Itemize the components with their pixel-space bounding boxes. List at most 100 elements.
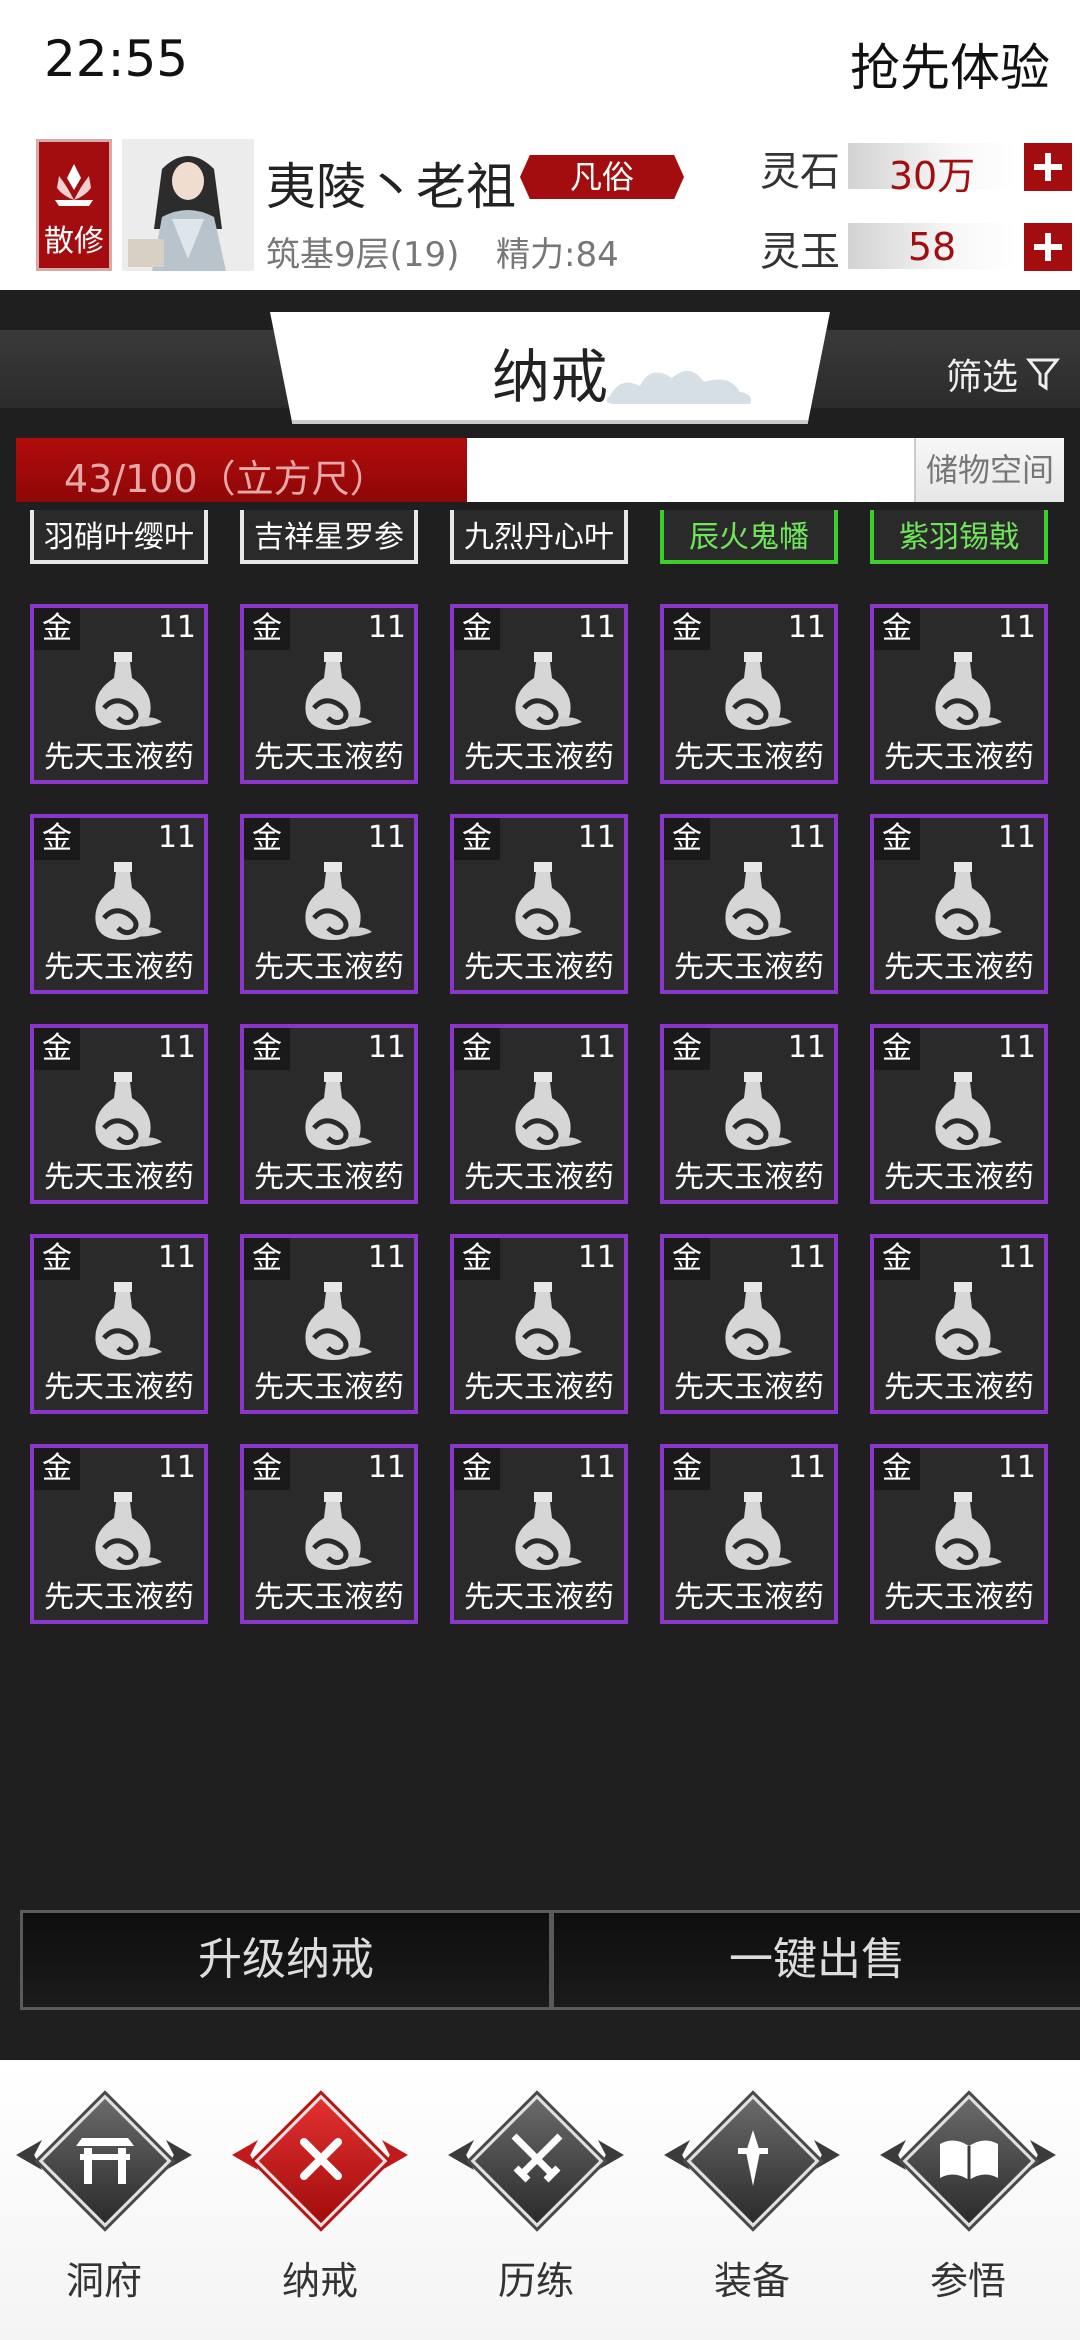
wing-decoration-icon [382, 2140, 408, 2170]
wing-decoration-icon [664, 2140, 690, 2170]
bottom-navigation: 洞府 纳戒 历练 装备 参悟 [0, 2060, 1080, 2340]
inventory-slot[interactable]: 金 11 先天玉液药 [30, 604, 208, 784]
inventory-slot[interactable]: 辰火鬼幡 [660, 510, 838, 564]
item-name: 先天玉液药 [674, 950, 824, 985]
inventory-slot[interactable]: 金 11 先天玉液药 [870, 1234, 1048, 1414]
inventory-slot[interactable]: 金 11 先天玉液药 [870, 1444, 1048, 1624]
nav-item-4[interactable]: 装备 [662, 2094, 842, 2320]
element-tag: 金 [874, 1238, 920, 1280]
inventory-slot[interactable]: 金 11 先天玉液药 [450, 604, 628, 784]
inventory-slot[interactable]: 金 11 先天玉液药 [30, 1234, 208, 1414]
potion-bottle-icon [78, 1488, 168, 1574]
avatar[interactable] [122, 139, 254, 271]
item-name: 先天玉液药 [254, 950, 404, 985]
inventory-slot[interactable]: 金 11 先天玉液药 [660, 1234, 838, 1414]
storage-space-button[interactable]: 储物空间 [914, 438, 1064, 502]
currency-value: 58 [907, 225, 957, 269]
inventory-slot[interactable]: 金 11 先天玉液药 [240, 1024, 418, 1204]
inventory-slot[interactable]: 金 11 先天玉液药 [450, 1234, 628, 1414]
element-tag: 金 [874, 818, 920, 860]
item-name: 先天玉液药 [674, 1160, 824, 1195]
potion-bottle-icon [918, 858, 1008, 944]
element-tag: 金 [34, 818, 80, 860]
element-tag: 金 [874, 1028, 920, 1070]
nav-item-2[interactable]: 纳戒 [230, 2094, 410, 2320]
energy-value: 精力:84 [496, 235, 619, 275]
sell-all-button[interactable]: 一键出售 [551, 1910, 1080, 2010]
inventory-slot[interactable]: 金 11 先天玉液药 [870, 1024, 1048, 1204]
inventory-slot[interactable]: 紫羽锡戟 [870, 510, 1048, 564]
item-name: 先天玉液药 [884, 1160, 1034, 1195]
spirit-jade-currency: 灵玉 58 [760, 217, 1072, 277]
element-tag: 金 [664, 1238, 710, 1280]
item-count: 11 [997, 610, 1036, 645]
item-count: 11 [997, 1450, 1036, 1485]
inventory-slot[interactable]: 金 11 先天玉液药 [870, 604, 1048, 784]
item-name: 先天玉液药 [884, 1370, 1034, 1405]
inventory-slot[interactable]: 金 11 先天玉液药 [240, 604, 418, 784]
inventory-slot[interactable]: 金 11 先天玉液药 [30, 814, 208, 994]
element-tag: 金 [664, 818, 710, 860]
element-tag: 金 [34, 608, 80, 650]
nav-label: 纳戒 [281, 2259, 358, 2303]
inventory-slot[interactable]: 金 11 先天玉液药 [660, 814, 838, 994]
character-portrait-icon [122, 139, 254, 271]
early-access-label[interactable]: 抢先体验 [850, 28, 1050, 100]
item-count: 11 [157, 820, 196, 855]
inventory-slot[interactable]: 金 11 先天玉液药 [30, 1444, 208, 1624]
potion-bottle-icon [708, 858, 798, 944]
inventory-slot[interactable]: 金 11 先天玉液药 [30, 1024, 208, 1204]
item-count: 11 [577, 1450, 616, 1485]
wing-decoration-icon [598, 2140, 624, 2170]
item-name: 先天玉液药 [254, 740, 404, 775]
nav-item-3[interactable]: 历练 [446, 2094, 626, 2320]
inventory-slot[interactable]: 九烈丹心叶 [450, 510, 628, 564]
inventory-slot[interactable]: 金 11 先天玉液药 [660, 604, 838, 784]
item-name: 先天玉液药 [674, 1580, 824, 1615]
potion-bottle-icon [498, 1488, 588, 1574]
sect-badge[interactable]: 散修 [36, 139, 112, 271]
inventory-slot[interactable]: 金 11 先天玉液药 [450, 1024, 628, 1204]
element-tag: 金 [664, 1028, 710, 1070]
inventory-slot[interactable]: 金 11 先天玉液药 [870, 814, 1048, 994]
item-name: 紫羽锡戟 [899, 520, 1019, 555]
currency-bar: 58 [848, 223, 1016, 269]
inventory-slot[interactable]: 金 11 先天玉液药 [450, 814, 628, 994]
upgrade-ring-button[interactable]: 升级纳戒 [20, 1910, 552, 2010]
filter-button[interactable]: 筛选 [946, 348, 1060, 400]
inventory-slot[interactable]: 金 11 先天玉液药 [240, 814, 418, 994]
element-tag: 金 [874, 608, 920, 650]
inventory-slot[interactable]: 金 11 先天玉液药 [240, 1444, 418, 1624]
element-tag: 金 [664, 608, 710, 650]
status-time: 22:55 [44, 30, 189, 88]
item-name: 先天玉液药 [674, 740, 824, 775]
item-name: 先天玉液药 [254, 1580, 404, 1615]
lotus-emblem-icon [55, 164, 93, 206]
item-count: 11 [997, 1030, 1036, 1065]
item-name: 先天玉液药 [464, 950, 614, 985]
inventory-slot[interactable]: 吉祥星罗参 [240, 510, 418, 564]
item-name: 吉祥星罗参 [254, 520, 404, 555]
inventory-slot[interactable]: 羽硝叶缨叶 [30, 510, 208, 564]
wing-decoration-icon [814, 2140, 840, 2170]
inventory-slot[interactable]: 金 11 先天玉液药 [240, 1234, 418, 1414]
nav-item-1[interactable]: 洞府 [14, 2094, 194, 2320]
wing-decoration-icon [880, 2140, 906, 2170]
player-header: 散修 夷陵丶老祖 凡俗 筑基9层(19) 精力:84 灵石 30万 灵玉 58 [0, 125, 1080, 290]
inventory-slot[interactable]: 金 11 先天玉液药 [450, 1444, 628, 1624]
nav-item-5[interactable]: 参悟 [878, 2094, 1058, 2320]
storage-ring-panel: 纳戒 筛选 43/100（立方尺） 储物空间 羽硝叶缨叶 吉祥星罗参 九烈丹心叶 辰火… [0, 290, 1080, 2060]
potion-bottle-icon [498, 1068, 588, 1154]
element-tag: 金 [244, 818, 290, 860]
add-spirit-stone-button[interactable] [1024, 143, 1072, 191]
element-tag: 金 [454, 1238, 500, 1280]
potion-bottle-icon [498, 858, 588, 944]
potion-bottle-icon [708, 1488, 798, 1574]
wing-decoration-icon [1030, 2140, 1056, 2170]
inventory-slot[interactable]: 金 11 先天玉液药 [660, 1444, 838, 1624]
rank-badge: 凡俗 [520, 155, 684, 199]
item-count: 11 [367, 1030, 406, 1065]
inventory-slot[interactable]: 金 11 先天玉液药 [660, 1024, 838, 1204]
add-spirit-jade-button[interactable] [1024, 223, 1072, 271]
item-count: 11 [577, 820, 616, 855]
